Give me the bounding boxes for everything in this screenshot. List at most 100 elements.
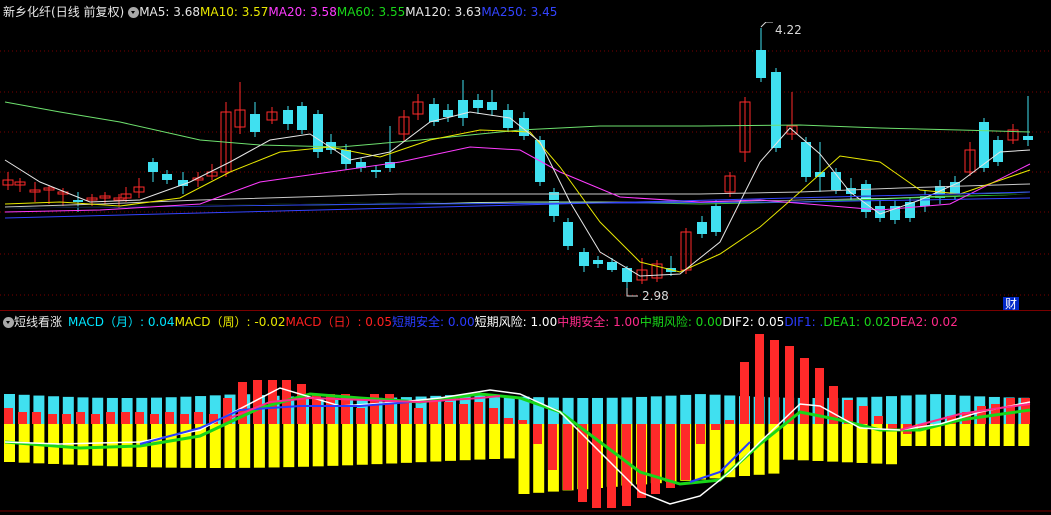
legend-label: MA60: <box>336 5 375 19</box>
macd-month-bar <box>709 394 721 424</box>
macd-week-bar <box>77 424 89 466</box>
candle-body <box>697 222 707 234</box>
macd-day-bar <box>651 424 660 494</box>
macd-month-bar <box>665 395 677 424</box>
legend-item: 短期风险: 1.00 <box>475 315 558 329</box>
stock-name: 新乡化纤 <box>3 5 52 19</box>
macd-month-bar <box>680 394 692 424</box>
macd-day-bar <box>180 414 189 424</box>
macd-week-bar <box>312 424 324 467</box>
legend-item: MA5: 3.68 <box>139 5 200 19</box>
indicator-panel-header: 短线看涨 MACD（月）: 0.04MACD（周）: -0.02MACD（日）:… <box>0 311 958 333</box>
macd-week-bar <box>709 424 721 479</box>
macd-day-bar <box>48 414 57 424</box>
legend-item: DEA1: 0.02 <box>823 315 890 329</box>
legend-value: 0.00 <box>691 315 723 329</box>
legend-label: DEA1: <box>823 315 861 329</box>
macd-day-bar <box>121 412 130 424</box>
macd-week-bar <box>445 424 456 461</box>
legend-item: MA250: 3.45 <box>481 5 557 19</box>
macd-day-bar <box>165 412 174 424</box>
legend-label: 中期安全: <box>557 315 610 329</box>
legend-label: DIF1: <box>784 315 816 329</box>
macd-day-bar <box>504 418 513 424</box>
macd-day-bar <box>194 412 203 424</box>
macd-day-bar <box>563 424 572 490</box>
chart-mode: (日线 前复权) <box>51 5 125 19</box>
macd-day-bar <box>429 400 438 424</box>
candle-body <box>326 142 336 150</box>
macd-week-bar <box>797 424 809 461</box>
candle-body <box>443 110 453 117</box>
macd-day-bar <box>518 420 527 424</box>
macd-day-bar <box>414 408 423 424</box>
macd-week-bar <box>812 424 824 461</box>
legend-label: MA10: <box>200 5 238 19</box>
macd-day-bar <box>696 424 705 444</box>
candle-body <box>250 114 260 132</box>
legend-item: MACD（月）: 0.04 <box>68 315 175 329</box>
macd-week-bar <box>400 424 412 463</box>
high-leader <box>760 22 773 28</box>
candle-body <box>801 142 811 177</box>
legend-value: 3.58 <box>306 5 337 19</box>
macd-day-bar <box>785 346 794 424</box>
candle-body <box>458 100 468 118</box>
macd-week-bar <box>106 424 118 467</box>
macd-day-bar <box>770 340 779 424</box>
candle-body <box>563 222 573 246</box>
candle-body <box>593 260 603 264</box>
candle-body <box>711 206 721 232</box>
macd-week-bar <box>165 424 177 468</box>
chevron-down-icon[interactable] <box>128 6 140 18</box>
macd-day-bar <box>32 412 41 424</box>
macd-week-bar <box>783 424 795 460</box>
legend-value: 1.00 <box>526 315 558 329</box>
macd-day-bar <box>859 406 868 424</box>
macd-month-bar <box>577 397 589 424</box>
candle-body <box>993 140 1003 162</box>
macd-day-bar <box>874 416 883 424</box>
legend-label: MACD（日）: <box>285 315 362 329</box>
macd-week-bar <box>239 424 251 468</box>
indicator-menu-icon[interactable] <box>3 316 14 328</box>
macd-day-bar <box>76 412 85 424</box>
legend-item: 中期安全: 1.00 <box>557 315 640 329</box>
legend-item: MACD（周）: -0.02 <box>175 315 286 329</box>
legend-value: 0.02 <box>860 315 891 329</box>
candle-body <box>607 262 617 270</box>
legend-label: MA5: <box>139 5 170 19</box>
macd-day-bar <box>4 408 13 424</box>
macd-month-bar <box>694 394 706 424</box>
legend-label: DEA2: <box>890 315 928 329</box>
macd-week-bar <box>944 424 956 446</box>
legend-label: DIF2: <box>722 315 754 329</box>
finance-badge[interactable]: 财 <box>1002 297 1019 311</box>
legend-value: 3.57 <box>237 5 269 19</box>
legend-value: 0.00 <box>444 315 475 329</box>
price-chart[interactable]: 4.22 2.98 <box>0 22 1051 310</box>
legend-item: DIF2: 0.05 <box>722 315 784 329</box>
macd-day-bar <box>533 424 542 444</box>
low-price-label: 2.98 <box>642 289 669 303</box>
legend-label: 短期风险: <box>474 315 527 329</box>
indicator-name: 短线看涨 <box>14 315 63 329</box>
macd-week-bar <box>827 424 839 462</box>
legend-item: 短期安全: 0.00 <box>392 315 475 329</box>
legend-label: MACD（月）: <box>68 315 145 329</box>
macd-week-bar <box>386 424 398 464</box>
macd-week-bar <box>430 424 442 462</box>
macd-month-bar <box>724 395 736 424</box>
macd-day-bar <box>711 424 720 430</box>
candle-body <box>579 252 589 266</box>
macd-day-bar <box>578 424 587 502</box>
macd-day-bar <box>755 334 764 424</box>
candle-body <box>73 200 83 202</box>
macd-month-bar <box>900 395 912 424</box>
candle-body <box>771 72 781 148</box>
indicator-chart[interactable] <box>0 332 1051 515</box>
price-panel-header: 新乡化纤 (日线 前复权) MA5: 3.68MA10: 3.57MA20: 3… <box>0 1 557 23</box>
macd-month-bar <box>606 397 618 424</box>
macd-day-bar <box>18 412 27 424</box>
macd-day-bar <box>474 402 483 424</box>
